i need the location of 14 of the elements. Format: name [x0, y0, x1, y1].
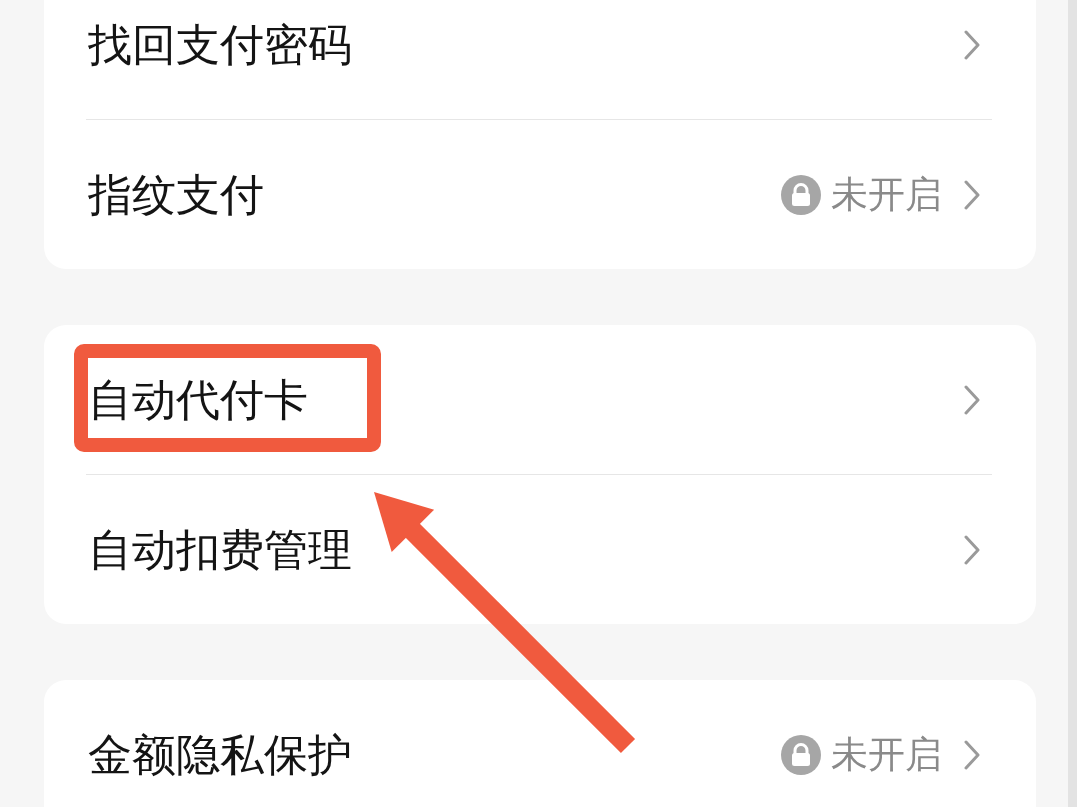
- status-text: 未开启: [831, 731, 942, 778]
- chevron-right-icon[interactable]: [964, 534, 980, 565]
- status-text: 未开启: [831, 171, 942, 218]
- row-label: 自动扣费管理: [88, 522, 352, 577]
- lock-icon: [781, 734, 821, 775]
- row-label: 自动代付卡: [88, 372, 308, 427]
- row-label: 金额隐私保护: [88, 727, 352, 782]
- chevron-right-icon[interactable]: [964, 29, 980, 60]
- chevron-right-icon[interactable]: [964, 384, 980, 415]
- row-label: 找回支付密码: [88, 17, 352, 72]
- lock-icon: [781, 174, 821, 215]
- chevron-right-icon[interactable]: [964, 739, 980, 770]
- row-label: 指纹支付: [88, 167, 264, 222]
- chevron-right-icon[interactable]: [964, 179, 980, 210]
